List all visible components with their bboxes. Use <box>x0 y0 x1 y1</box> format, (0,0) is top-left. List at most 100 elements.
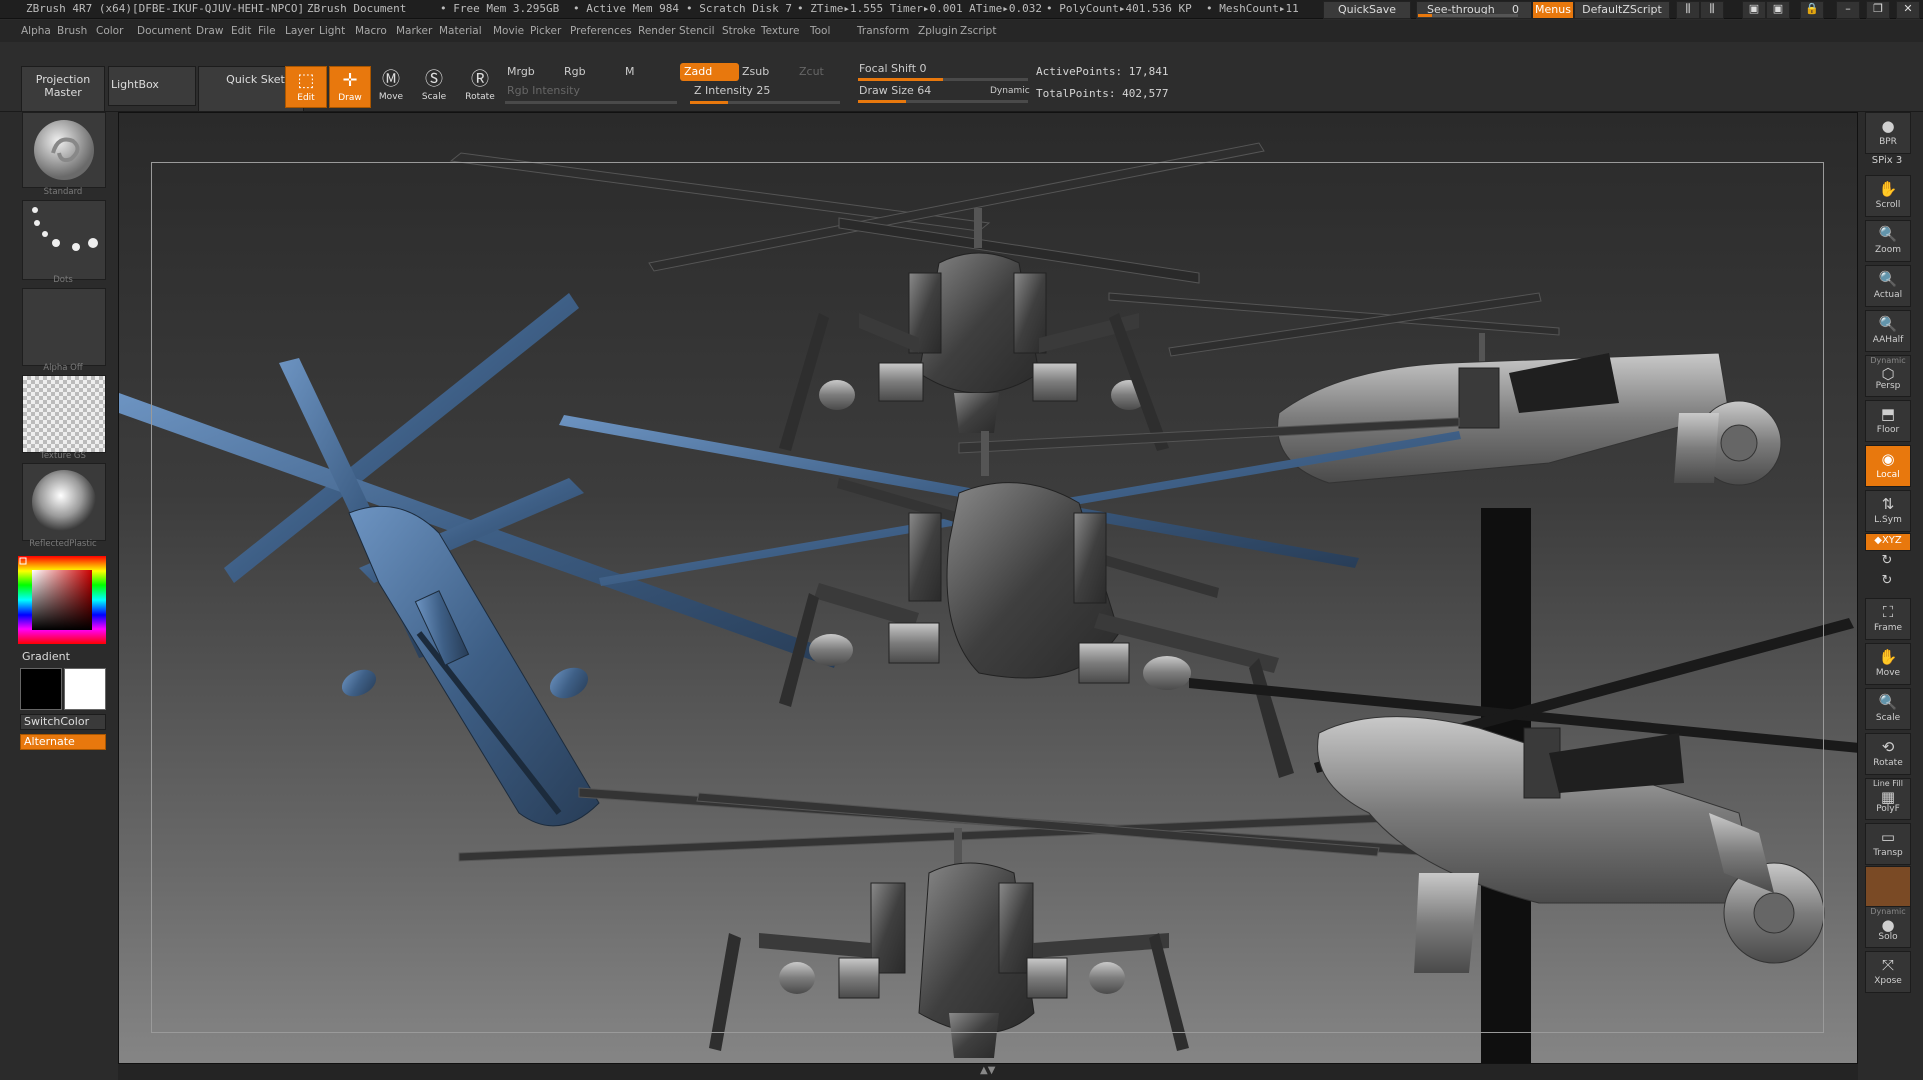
mrgb-button[interactable]: Mrgb <box>503 63 535 81</box>
texture-thumbnail[interactable] <box>22 375 106 453</box>
close-icon[interactable]: ✕ <box>1896 1 1920 19</box>
layout-icon-3[interactable]: ▣ <box>1742 1 1766 19</box>
menu-marker[interactable]: Marker <box>396 25 432 37</box>
menu-render[interactable]: Render <box>638 25 675 37</box>
rgb-button[interactable]: Rgb <box>560 63 586 81</box>
menu-transform[interactable]: Transform <box>857 25 909 37</box>
lsym-button[interactable]: ⇅ L.Sym <box>1865 490 1911 532</box>
color-picker[interactable] <box>18 556 106 644</box>
z-intensity-slider[interactable]: Z Intensity 25 <box>690 82 770 100</box>
layout-icon-4[interactable]: ▣ <box>1766 1 1790 19</box>
scale-view-icon: 🔍 <box>1878 693 1898 711</box>
persp-button[interactable]: Dynamic ⬡ Persp <box>1865 355 1911 397</box>
persp-label: Persp <box>1875 381 1901 391</box>
draw-button[interactable]: ✛ Draw <box>329 66 371 108</box>
switch-color-button[interactable]: SwitchColor <box>20 714 106 730</box>
menu-light[interactable]: Light <box>319 25 345 37</box>
tray-arrow-icon[interactable]: ▲▼ <box>980 1065 995 1076</box>
local-button[interactable]: ◉ Local <box>1865 445 1911 487</box>
menu-tool[interactable]: Tool <box>810 25 830 37</box>
transp-button[interactable]: ▭ Transp <box>1865 823 1911 865</box>
menu-zscript[interactable]: Zscript <box>960 25 996 37</box>
m-button[interactable]: M <box>621 63 635 81</box>
xyz-button[interactable]: ◆XYZ <box>1865 533 1911 551</box>
xpose-button[interactable]: ⤧ Xpose <box>1865 951 1911 993</box>
focal-shift-slider[interactable]: Focal Shift 0 <box>855 60 927 78</box>
edit-button[interactable]: ⬚ Edit <box>285 66 327 108</box>
menu-layer[interactable]: Layer <box>285 25 314 37</box>
lightbox-button[interactable]: LightBox <box>108 66 196 106</box>
material-thumbnail[interactable] <box>22 463 106 541</box>
rotate-label: Rotate <box>465 92 495 102</box>
secondary-color-swatch[interactable] <box>64 668 106 710</box>
stroke-thumbnail[interactable] <box>22 200 106 280</box>
menu-macro[interactable]: Macro <box>355 25 387 37</box>
draw-size-slider[interactable]: Draw Size 64 <box>855 82 931 100</box>
ghost-button[interactable] <box>1865 866 1911 908</box>
maximize-icon[interactable]: ❐ <box>1866 1 1890 19</box>
menu-stroke[interactable]: Stroke <box>722 25 755 37</box>
default-zscript-button[interactable]: DefaultZScript <box>1574 1 1670 19</box>
rotate-view-button[interactable]: ⟲ Rotate <box>1865 733 1911 775</box>
move-view-button[interactable]: ✋ Move <box>1865 643 1911 685</box>
scale-button[interactable]: Ⓢ Scale <box>414 66 454 106</box>
menu-alpha[interactable]: Alpha <box>21 25 51 37</box>
draw-size-track <box>858 100 1028 103</box>
zadd-button[interactable]: Zadd <box>680 63 739 81</box>
brush-thumbnail[interactable] <box>22 112 106 188</box>
zoom-button[interactable]: 🔍 Zoom <box>1865 220 1911 262</box>
spix-slider[interactable]: SPix 3 <box>1865 155 1909 166</box>
menu-document[interactable]: Document <box>137 25 191 37</box>
frame-button[interactable]: ⛶ Frame <box>1865 598 1911 640</box>
alternate-button[interactable]: Alternate <box>20 734 106 750</box>
bpr-button[interactable]: ● BPR <box>1865 112 1911 154</box>
gradient-label: Gradient <box>22 650 70 663</box>
scale-view-button[interactable]: 🔍 Scale <box>1865 688 1911 730</box>
see-through-track <box>1418 14 1518 17</box>
draw-icon: ✛ <box>342 70 358 91</box>
quicksave-button[interactable]: QuickSave <box>1323 1 1411 19</box>
alpha-thumbnail[interactable] <box>22 288 106 366</box>
rgb-intensity-slider[interactable]: Rgb Intensity <box>503 82 580 100</box>
layout-icon-2[interactable]: ⫼ <box>1700 1 1724 19</box>
dynamic-toggle[interactable]: Dynamic <box>986 82 1030 100</box>
menu-edit[interactable]: Edit <box>231 25 251 37</box>
projection-master-button[interactable]: Projection Master <box>21 66 105 112</box>
rotate-button[interactable]: Ⓡ Rotate <box>460 66 500 106</box>
zsub-button[interactable]: Zsub <box>738 63 769 81</box>
floor-button[interactable]: ⬒ Floor <box>1865 400 1911 442</box>
rotate-z-icon[interactable]: ↻ <box>1865 573 1909 588</box>
layout-icon-1[interactable]: ⫼ <box>1676 1 1700 19</box>
actual-button[interactable]: 🔍 Actual <box>1865 265 1911 307</box>
lock-icon[interactable]: 🔒 <box>1800 1 1824 19</box>
bottom-tray-handle[interactable]: ▲▼ <box>118 1064 1858 1080</box>
menu-stencil[interactable]: Stencil <box>679 25 715 37</box>
line-fill-label: Line Fill <box>1873 779 1903 788</box>
menu-preferences[interactable]: Preferences <box>570 25 632 37</box>
menu-texture[interactable]: Texture <box>761 25 799 37</box>
menu-color[interactable]: Color <box>96 25 123 37</box>
menu-zplugin[interactable]: Zplugin <box>918 25 958 37</box>
title-bar: ZBrush 4R7 (x64)[DFBE-IKUF-QJUV-HEHI-NPC… <box>0 0 1923 19</box>
polyf-button[interactable]: Line Fill ▦ PolyF <box>1865 778 1911 820</box>
move-button[interactable]: Ⓜ Move <box>371 66 411 106</box>
transp-label: Transp <box>1873 848 1903 858</box>
draw-label: Draw <box>338 93 362 103</box>
menu-draw[interactable]: Draw <box>196 25 223 37</box>
menus-button[interactable]: Menus <box>1532 1 1574 19</box>
edit-icon: ⬚ <box>297 70 315 91</box>
aahalf-button[interactable]: 🔍 AAHalf <box>1865 310 1911 352</box>
minimize-icon[interactable]: – <box>1836 1 1860 19</box>
polycount: • PolyCount▸401.536 KP <box>1046 2 1192 15</box>
scroll-button[interactable]: ✋ Scroll <box>1865 175 1911 217</box>
free-mem: • Free Mem 3.295GB <box>440 2 560 15</box>
menu-file[interactable]: File <box>258 25 276 37</box>
menu-material[interactable]: Material <box>439 25 482 37</box>
menu-movie[interactable]: Movie <box>493 25 524 37</box>
solo-button[interactable]: Dynamic ● Solo <box>1865 906 1911 948</box>
rotate-y-icon[interactable]: ↻ <box>1865 553 1909 568</box>
menu-picker[interactable]: Picker <box>530 25 561 37</box>
zcut-button[interactable]: Zcut <box>795 63 824 81</box>
menu-brush[interactable]: Brush <box>57 25 87 37</box>
main-color-swatch[interactable] <box>20 668 62 710</box>
